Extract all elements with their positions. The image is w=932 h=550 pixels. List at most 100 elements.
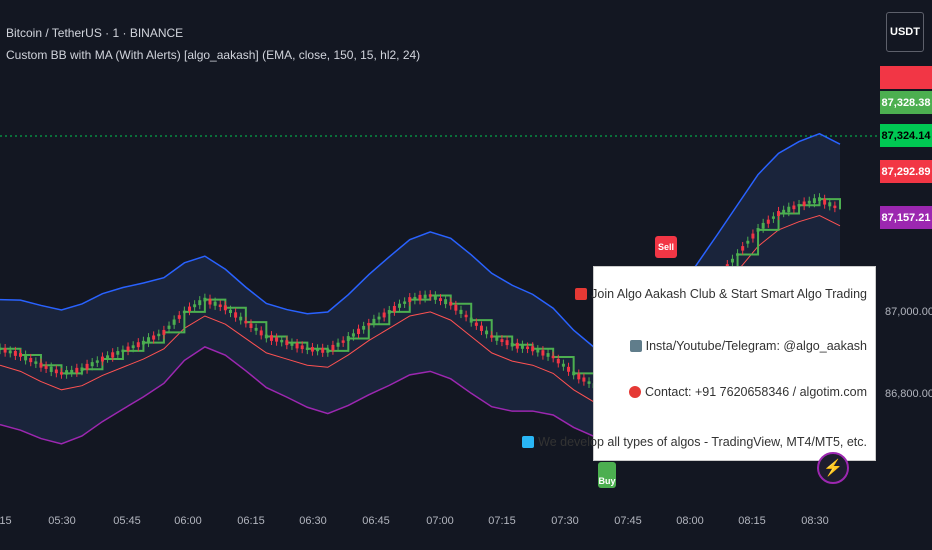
candle-body bbox=[582, 377, 586, 382]
candle-body bbox=[275, 337, 279, 342]
candle-body bbox=[239, 316, 243, 321]
candle-body bbox=[741, 246, 745, 251]
candle-body bbox=[234, 312, 238, 318]
time-axis-label: 06:15 bbox=[237, 515, 265, 527]
symbol-title[interactable]: Bitcoin / TetherUS · 1 · BINANCE bbox=[6, 26, 183, 40]
candle-body bbox=[136, 342, 140, 348]
candle-body bbox=[510, 342, 514, 347]
candle-body bbox=[147, 337, 151, 343]
candle-body bbox=[505, 340, 509, 346]
telephone-icon bbox=[628, 386, 641, 398]
lightning-icon[interactable]: ⚡ bbox=[817, 452, 849, 484]
candle-body bbox=[561, 363, 565, 367]
candle-body bbox=[567, 366, 571, 372]
time-axis-label: 05:30 bbox=[48, 515, 76, 527]
candle-body bbox=[357, 328, 361, 335]
time-axis-label: :15 bbox=[0, 515, 12, 527]
candle-body bbox=[531, 346, 535, 352]
candle-body bbox=[208, 298, 212, 305]
candle-body bbox=[188, 306, 192, 312]
candle-body bbox=[310, 347, 314, 352]
candle-body bbox=[792, 205, 796, 210]
candle-body bbox=[761, 222, 765, 229]
sell-signal-badge: Sell bbox=[655, 236, 677, 258]
candle-body bbox=[152, 335, 156, 340]
candle-body bbox=[818, 197, 822, 201]
candle-body bbox=[100, 356, 104, 362]
candle-body bbox=[577, 373, 581, 380]
price-axis-label: 87,000.00 bbox=[885, 306, 932, 318]
candle-body bbox=[95, 360, 99, 363]
info-line: We develop all types of algos - TradingV… bbox=[522, 435, 867, 449]
price-tag: 87,324.14 bbox=[880, 124, 932, 147]
candle-body bbox=[346, 336, 350, 342]
computer-icon bbox=[522, 436, 535, 448]
candle-body bbox=[556, 358, 560, 364]
candle-body bbox=[833, 205, 837, 209]
price-axis-label: 86,800.00 bbox=[885, 388, 932, 400]
candle-body bbox=[213, 301, 217, 306]
candle-body bbox=[372, 318, 376, 324]
candle-body bbox=[121, 349, 125, 353]
candle-body bbox=[203, 297, 207, 302]
candle-body bbox=[244, 320, 248, 324]
candle-body bbox=[295, 343, 299, 349]
chart-area[interactable]: Bitcoin / TetherUS · 1 · BINANCE Custom … bbox=[0, 0, 932, 550]
candle-body bbox=[285, 340, 289, 346]
candle-body bbox=[551, 355, 555, 359]
candle-body bbox=[751, 233, 755, 239]
candle-body bbox=[367, 322, 371, 326]
currency-button[interactable]: USDT bbox=[886, 12, 924, 52]
candle-body bbox=[39, 362, 43, 368]
candle-body bbox=[771, 216, 775, 219]
candle-body bbox=[433, 295, 437, 300]
info-line: Join Algo Aakash Club & Start Smart Algo… bbox=[575, 287, 867, 301]
price-tag: 87,292.89 bbox=[880, 160, 932, 183]
candle-body bbox=[536, 349, 540, 353]
candle-body bbox=[336, 342, 340, 347]
time-axis-label: 07:45 bbox=[614, 515, 642, 527]
candle-body bbox=[8, 350, 12, 354]
candle-body bbox=[546, 353, 550, 357]
candle-body bbox=[746, 240, 750, 244]
candle-body bbox=[587, 381, 591, 384]
candle-body bbox=[479, 325, 483, 331]
candle-body bbox=[812, 198, 816, 204]
candle-body bbox=[126, 346, 130, 352]
candle-body bbox=[730, 258, 734, 263]
candle-body bbox=[198, 300, 202, 306]
indicator-legend[interactable]: Custom BB with MA (With Alerts) [algo_aa… bbox=[6, 48, 420, 62]
candle-body bbox=[454, 304, 458, 311]
candle-body bbox=[485, 330, 489, 335]
candle-body bbox=[777, 211, 781, 216]
candle-body bbox=[24, 354, 28, 361]
candle-body bbox=[193, 304, 197, 308]
candle-body bbox=[802, 201, 806, 207]
candle-body bbox=[377, 316, 381, 320]
time-axis-label: 06:30 bbox=[299, 515, 327, 527]
candle-body bbox=[218, 304, 222, 307]
candle-body bbox=[756, 228, 760, 232]
time-axis-label: 07:15 bbox=[488, 515, 516, 527]
candle-body bbox=[254, 327, 258, 331]
time-axis-label: 07:00 bbox=[426, 515, 454, 527]
candle-body bbox=[438, 298, 442, 302]
candle-body bbox=[782, 209, 786, 214]
candle-body bbox=[131, 345, 135, 349]
price-tag: 87,157.21 bbox=[880, 206, 932, 229]
candle-body bbox=[13, 350, 17, 356]
candle-body bbox=[797, 204, 801, 207]
candle-body bbox=[59, 372, 63, 375]
candle-body bbox=[264, 334, 268, 339]
candle-body bbox=[515, 342, 519, 349]
time-axis-label: 08:00 bbox=[676, 515, 704, 527]
candle-body bbox=[351, 333, 355, 337]
info-box: Join Algo Aakash Club & Start Smart Algo… bbox=[522, 266, 876, 461]
candle-body bbox=[65, 370, 69, 375]
candle-body bbox=[106, 355, 110, 359]
candle-body bbox=[223, 305, 227, 311]
candle-body bbox=[495, 336, 499, 341]
candle-body bbox=[387, 310, 391, 314]
candle-body bbox=[249, 323, 253, 328]
candle-body bbox=[280, 339, 284, 343]
